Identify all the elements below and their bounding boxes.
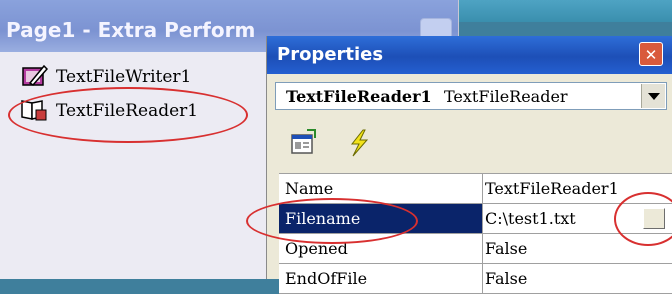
property-name: Filename [285, 209, 361, 228]
property-row-endoffile[interactable]: EndOfFile False [279, 264, 672, 294]
property-grid: Name TextFileReader1 Filename C:\test1.t… [279, 173, 672, 294]
browse-button[interactable] [643, 208, 665, 229]
property-row-opened[interactable]: Opened False [279, 234, 672, 264]
close-icon[interactable]: ✕ [639, 42, 663, 66]
events-lightning-icon[interactable] [343, 128, 375, 158]
properties-title: Properties [277, 44, 384, 65]
property-row-name[interactable]: Name TextFileReader1 [279, 174, 672, 204]
object-selector[interactable]: TextFileReader1 TextFileReader [275, 82, 667, 110]
properties-title-bar: Properties ✕ [267, 36, 672, 74]
designer-title: Page1 - Extra Perform [6, 18, 256, 42]
property-value[interactable]: C:\test1.txt [485, 209, 576, 228]
chevron-down-icon[interactable] [641, 84, 665, 108]
property-name: Name [285, 179, 334, 198]
property-row-filename[interactable]: Filename C:\test1.txt [279, 204, 672, 234]
object-name: TextFileReader1 [286, 87, 432, 106]
property-name: Opened [285, 239, 348, 258]
property-value: False [485, 239, 528, 258]
component-label: TextFileReader1 [56, 101, 199, 121]
properties-page-icon[interactable] [287, 128, 319, 158]
properties-window: Properties ✕ TextFileReader1 TextFileRea… [266, 36, 672, 294]
object-type: TextFileReader [444, 87, 568, 106]
writer-component-icon [22, 64, 48, 86]
property-value: TextFileReader1 [485, 179, 619, 198]
reader-component-icon [21, 100, 47, 121]
component-label: TextFileWriter1 [56, 67, 192, 87]
